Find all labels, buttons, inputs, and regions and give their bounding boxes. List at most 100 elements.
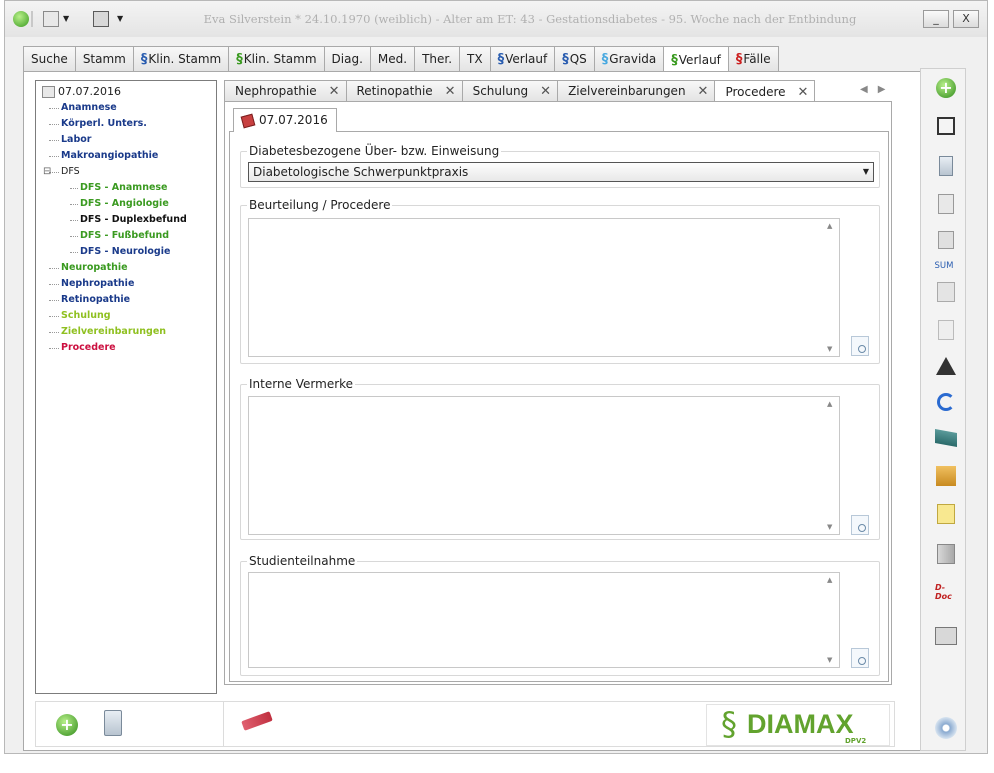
status-green-icon[interactable]	[13, 11, 29, 27]
scrollbar[interactable]: ▲ ▼	[823, 397, 839, 534]
save-menu-icon[interactable]	[93, 11, 109, 27]
card-icon[interactable]	[935, 427, 957, 449]
tree-item[interactable]: Retinopathie	[40, 292, 216, 308]
scrollbar[interactable]: ▲ ▼	[823, 219, 839, 356]
dropdown-arrow-icon[interactable]: ▼	[117, 11, 133, 27]
form-panel: Diabetesbezogene Über- bzw. Einweisung D…	[229, 131, 889, 682]
tree-item[interactable]: Körperl. Unters.	[40, 116, 216, 132]
tab-procedere[interactable]: Procedere ✕	[714, 80, 816, 103]
tab-qs[interactable]: § QS	[554, 46, 595, 72]
tab-klin-stamm-green[interactable]: § Klin. Stamm	[228, 46, 325, 72]
folder-icon[interactable]	[935, 465, 957, 487]
studien-textarea[interactable]: ▲ ▼	[248, 572, 840, 668]
tree-item-label: Neuropathie	[61, 262, 128, 273]
scroll-up-icon[interactable]: ▲	[827, 400, 832, 408]
sum-label: SUM	[934, 261, 954, 271]
einweisung-select[interactable]: Diabetologische Schwerpunktpraxis ▼	[248, 162, 874, 182]
refresh-icon[interactable]	[935, 391, 957, 413]
tree-connector	[49, 268, 59, 269]
tree-item[interactable]: DFS - Neurologie	[40, 244, 216, 260]
tree-item[interactable]: ⊟ DFS	[40, 164, 216, 180]
tab-nephropathie[interactable]: Nephropathie ✕	[224, 80, 347, 102]
scroll-down-icon[interactable]: ▼	[827, 345, 832, 353]
tab-scroll-arrows[interactable]: ◀▶	[860, 84, 895, 95]
camera-icon[interactable]	[935, 625, 957, 647]
tree-item-label: Schulung	[61, 310, 111, 321]
box-icon[interactable]	[935, 543, 957, 565]
scrollbar[interactable]: ▲ ▼	[823, 573, 839, 667]
tab-zielvereinbarungen[interactable]: Zielvereinbarungen ✕	[557, 80, 716, 102]
beurteilung-textarea[interactable]: ▲ ▼	[248, 218, 840, 357]
tree-item-label: Makroangiopathie	[61, 150, 159, 161]
documents-icon[interactable]	[935, 281, 957, 303]
tab-gravida[interactable]: § Gravida	[593, 46, 665, 72]
tree-item[interactable]: Nephropathie	[40, 276, 216, 292]
tab-med[interactable]: Med.	[369, 46, 416, 72]
magnify-document-icon[interactable]	[851, 648, 869, 668]
d-doc-icon[interactable]: D-Doc	[935, 581, 957, 603]
studien-label: Studienteilnahme	[249, 554, 356, 568]
tab-retinopathie[interactable]: Retinopathie ✕	[345, 80, 463, 102]
tab-klin-stamm-blue[interactable]: § Klin. Stamm	[132, 46, 230, 72]
tab-suche[interactable]: Suche	[23, 46, 76, 72]
caduceus-icon: §	[671, 52, 678, 68]
warning-icon[interactable]	[935, 355, 957, 377]
scroll-down-icon[interactable]: ▼	[827, 523, 832, 531]
tab-schulung[interactable]: Schulung ✕	[461, 80, 559, 102]
date-tab[interactable]: 07.07.2016	[233, 108, 337, 132]
copy-document-icon[interactable]	[935, 193, 957, 215]
tab-ther[interactable]: Ther.	[414, 46, 461, 72]
tab-tx[interactable]: TX	[459, 46, 491, 72]
window-title: Eva Silverstein * 24.10.1970 (weiblich) …	[203, 12, 857, 26]
export-document-icon[interactable]	[935, 319, 957, 341]
calendar-icon	[42, 86, 55, 98]
tab-stamm[interactable]: Stamm	[74, 46, 134, 72]
tree-item[interactable]: Schulung	[40, 308, 216, 324]
disc-icon[interactable]	[935, 717, 957, 739]
sum-icon[interactable]	[935, 229, 957, 251]
tab-verlauf-green[interactable]: § Verlauf	[663, 46, 729, 73]
add-entry-icon[interactable]: +	[56, 714, 78, 736]
tree-item[interactable]: DFS - Fußbefund	[40, 228, 216, 244]
collapse-icon[interactable]: ⊟	[43, 164, 51, 180]
close-button[interactable]: X	[953, 10, 979, 28]
tree-item[interactable]: Makroangiopathie	[40, 148, 216, 164]
minimize-button[interactable]: _	[923, 10, 949, 28]
tree-item[interactable]: Neuropathie	[40, 260, 216, 276]
chevron-down-icon: ▼	[862, 167, 869, 176]
dropdown-arrow-icon[interactable]: ▼	[63, 11, 79, 27]
tree-item[interactable]: Labor	[40, 132, 216, 148]
tab-diag[interactable]: Diag.	[323, 46, 371, 72]
tree-item[interactable]: DFS - Anamnese	[40, 180, 216, 196]
scroll-down-icon[interactable]: ▼	[827, 656, 832, 664]
close-icon[interactable]: ✕	[798, 82, 809, 103]
close-icon[interactable]: ✕	[329, 81, 340, 102]
magnify-document-icon[interactable]	[851, 515, 869, 535]
tree-item[interactable]: DFS - Angiologie	[40, 196, 216, 212]
recycle-bin-icon[interactable]	[104, 710, 122, 736]
tree-item[interactable]: Zielvereinbarungen	[40, 324, 216, 340]
eraser-icon[interactable]	[241, 711, 273, 731]
add-icon[interactable]: +	[935, 77, 957, 99]
notes-icon[interactable]	[935, 503, 957, 525]
tab-faelle[interactable]: § Fälle	[727, 46, 779, 72]
close-icon[interactable]: ✕	[445, 81, 456, 102]
scroll-up-icon[interactable]: ▲	[827, 576, 832, 584]
tab-verlauf-blue[interactable]: § Verlauf	[489, 46, 556, 72]
tree-connector	[49, 284, 59, 285]
close-icon[interactable]: ✕	[540, 81, 551, 102]
close-icon[interactable]: ✕	[698, 81, 709, 102]
tree-item[interactable]: Anamnese	[40, 100, 216, 116]
scroll-up-icon[interactable]: ▲	[827, 222, 832, 230]
vermerke-textarea[interactable]: ▲ ▼	[248, 396, 840, 535]
tree-item[interactable]: DFS - Duplexbefund	[40, 212, 216, 228]
tree-item[interactable]: Procedere	[40, 340, 216, 356]
save-icon[interactable]	[935, 115, 957, 137]
caduceus-icon: §	[140, 52, 148, 67]
tree-item-label: DFS - Angiologie	[80, 198, 169, 209]
tree-root[interactable]: 07.07.2016	[40, 84, 216, 100]
magnify-document-icon[interactable]	[851, 336, 869, 356]
document-icon[interactable]	[43, 11, 59, 27]
tree-connector	[49, 156, 59, 157]
recycle-bin-icon[interactable]	[935, 155, 957, 177]
